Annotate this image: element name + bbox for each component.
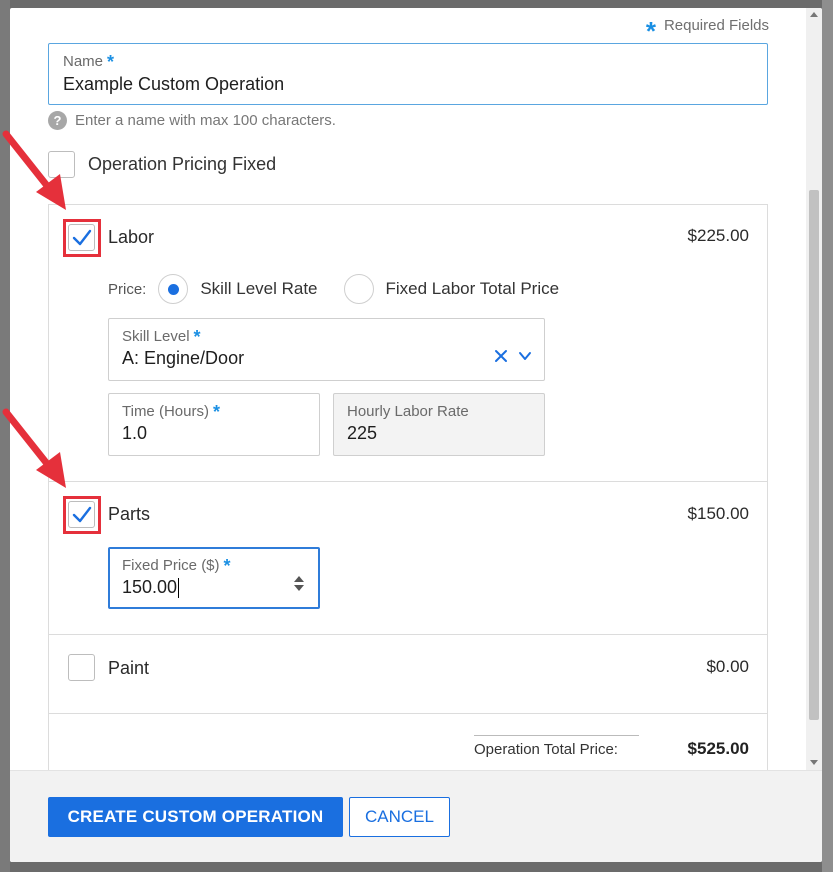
fixed-price-label: Fixed Price ($): [122, 557, 220, 574]
chevron-down-icon[interactable]: [518, 349, 532, 363]
fixed-price-value: 150.00: [122, 577, 178, 597]
required-fields-note: * Required Fields: [646, 17, 769, 44]
labor-checkbox[interactable]: [68, 224, 95, 251]
divider: [49, 713, 767, 714]
parts-label: Parts: [108, 504, 151, 524]
paint-price: $0.00: [706, 657, 749, 676]
fixed-price-label-row: Fixed Price ($) *: [122, 555, 306, 576]
check-icon: [72, 229, 92, 246]
required-star-icon: *: [212, 401, 220, 422]
time-hours-field[interactable]: Time (Hours) * 1.0: [108, 393, 320, 456]
text-caret: [178, 578, 180, 599]
skill-level-label-row: Skill Level *: [122, 326, 531, 347]
required-fields-label: Required Fields: [663, 17, 769, 34]
name-hint-text: Enter a name with max 100 characters.: [75, 112, 336, 129]
time-label-row: Time (Hours) *: [122, 401, 306, 422]
custom-operation-dialog: * Required Fields Name * Example Custom …: [10, 8, 822, 862]
pricing-fixed-label: Operation Pricing Fixed: [88, 154, 277, 174]
name-input[interactable]: Example Custom Operation: [63, 74, 753, 95]
arrow-icon: [2, 408, 66, 488]
spinner-down-icon[interactable]: [294, 585, 304, 591]
paint-label: Paint: [108, 658, 150, 678]
name-field[interactable]: Name * Example Custom Operation: [48, 43, 768, 105]
time-input[interactable]: 1.0: [122, 423, 306, 444]
skill-level-controls: [494, 349, 532, 363]
divider: [49, 481, 767, 482]
parts-price: $150.00: [687, 504, 749, 523]
spinner-icon[interactable]: [294, 576, 304, 591]
total-label: Operation Total Price:: [474, 741, 618, 758]
arrow-icon: [2, 130, 66, 210]
total-rule: [474, 735, 639, 736]
dialog-footer: CREATE CUSTOM OPERATION CANCEL: [10, 770, 822, 862]
required-star-icon: *: [193, 326, 201, 347]
name-field-label: Name: [63, 53, 104, 70]
hourly-rate-field: Hourly Labor Rate 225: [333, 393, 545, 456]
spinner-up-icon[interactable]: [294, 576, 304, 582]
total-value: $525.00: [687, 739, 749, 758]
required-star-icon: *: [223, 555, 231, 576]
pricing-panel: Labor $225.00 Price: Skill Level Rate Fi…: [48, 204, 768, 770]
hourly-rate-label: Hourly Labor Rate: [347, 403, 469, 420]
fixed-price-input[interactable]: 150.00: [122, 577, 306, 599]
required-star-icon: *: [645, 15, 656, 46]
radio-skill-level-rate[interactable]: [158, 274, 189, 304]
create-custom-operation-button[interactable]: CREATE CUSTOM OPERATION: [48, 797, 343, 837]
scroll-thumb[interactable]: [809, 190, 819, 720]
scroll-up-icon[interactable]: [810, 12, 818, 17]
skill-level-value: A: Engine/Door: [122, 348, 245, 368]
hourly-rate-value: 225: [347, 423, 378, 443]
background-page-edge: [822, 0, 833, 872]
price-label: Price:: [108, 280, 147, 298]
fixed-price-field[interactable]: Fixed Price ($) * 150.00: [108, 547, 320, 609]
radio-skill-level-rate-label[interactable]: Skill Level Rate: [200, 279, 317, 299]
labor-price-options: Price: Skill Level Rate Fixed Labor Tota…: [108, 274, 585, 304]
paint-checkbox[interactable]: [68, 654, 95, 681]
name-hint: ? Enter a name with max 100 characters.: [48, 111, 336, 130]
cancel-button[interactable]: CANCEL: [349, 797, 450, 837]
radio-fixed-labor-total[interactable]: [343, 274, 374, 304]
skill-level-label: Skill Level: [122, 328, 190, 345]
dialog-scroll-area: * Required Fields Name * Example Custom …: [10, 8, 822, 770]
parts-checkbox[interactable]: [68, 501, 95, 528]
scroll-down-icon[interactable]: [810, 760, 818, 765]
labor-price: $225.00: [687, 226, 749, 245]
name-field-label-row: Name *: [63, 51, 753, 72]
required-star-icon: *: [107, 51, 115, 72]
labor-label: Labor: [108, 227, 155, 247]
clear-icon[interactable]: [494, 349, 508, 363]
skill-level-select[interactable]: Skill Level * A: Engine/Door: [108, 318, 545, 381]
time-label: Time (Hours): [122, 403, 209, 420]
divider: [49, 634, 767, 635]
check-icon: [72, 506, 92, 523]
scrollbar[interactable]: [806, 8, 822, 770]
radio-fixed-labor-total-label[interactable]: Fixed Labor Total Price: [386, 279, 560, 299]
